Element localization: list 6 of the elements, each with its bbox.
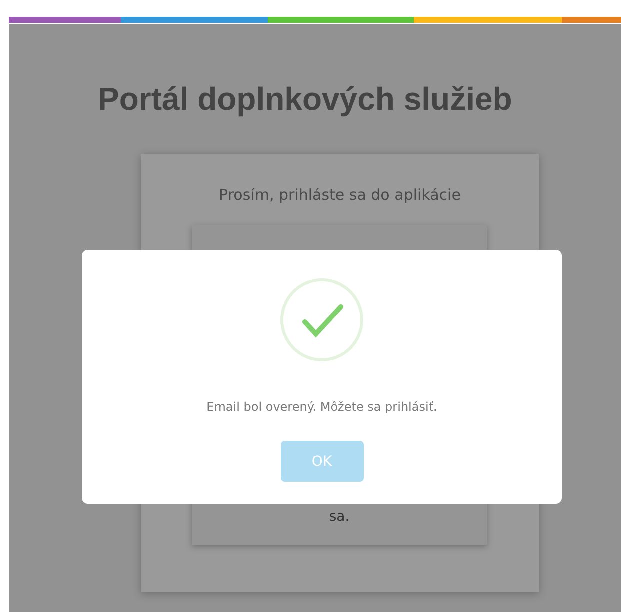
login-heading: Prosím, prihláste sa do aplikácie <box>218 185 462 206</box>
dialog-message: Email bol overený. Môžete sa prihlásiť. <box>206 399 438 416</box>
ok-button[interactable]: OK <box>280 441 364 482</box>
panel-text: sa. <box>329 508 350 526</box>
page-title: Portál doplnkových služieb <box>98 81 514 117</box>
success-check-icon <box>280 278 364 362</box>
